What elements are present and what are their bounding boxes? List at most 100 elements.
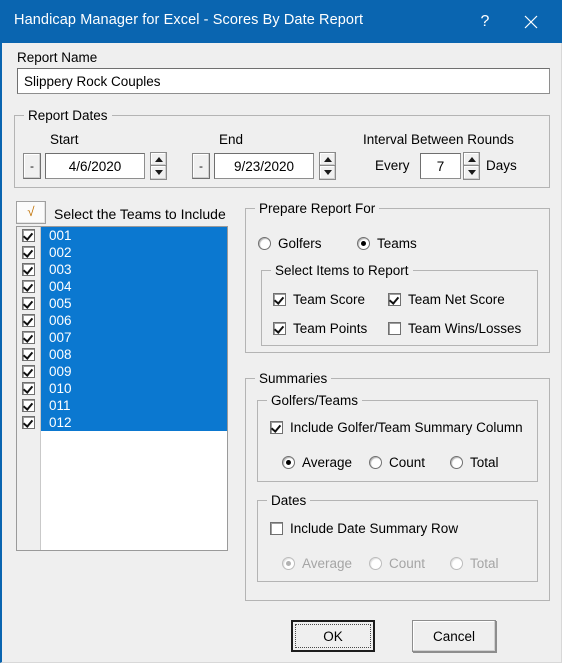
list-item-checkbox-indicator xyxy=(22,280,35,293)
end-date-spinner[interactable] xyxy=(319,152,336,180)
report-dates-title: Report Dates xyxy=(24,108,112,123)
interval-every-label: Every xyxy=(375,158,410,173)
list-item-checkbox-indicator xyxy=(22,399,35,412)
checkbox-team-score[interactable]: Team Score xyxy=(273,292,365,307)
report-name-label: Report Name xyxy=(17,50,98,65)
select-items-to-report-title: Select Items to Report xyxy=(271,263,413,278)
list-item-label: 001 xyxy=(49,227,72,243)
list-item-checkbox-indicator xyxy=(22,246,35,259)
start-date-dropdown-button[interactable]: - xyxy=(23,153,41,179)
cancel-button[interactable]: Cancel xyxy=(412,620,496,652)
ok-button[interactable]: OK xyxy=(291,620,375,652)
list-item-label: 009 xyxy=(49,363,72,379)
radio-golfers-teams-average-indicator xyxy=(282,456,295,469)
list-item-label: 003 xyxy=(49,261,72,277)
list-item-checkbox[interactable] xyxy=(17,399,40,412)
list-item-checkbox[interactable] xyxy=(17,280,40,293)
list-item-checkbox[interactable] xyxy=(17,297,40,310)
checkbox-team-net-score-indicator xyxy=(388,293,401,306)
list-item-checkbox[interactable] xyxy=(17,331,40,344)
radio-golfers-teams-total[interactable]: Total xyxy=(450,455,499,470)
checkbox-team-net-score[interactable]: Team Net Score xyxy=(388,292,505,307)
question-mark-icon: ? xyxy=(480,12,490,30)
list-item[interactable]: 008 xyxy=(17,346,227,363)
start-date-label: Start xyxy=(50,132,79,147)
end-date-spin-down[interactable] xyxy=(319,166,336,180)
checkbox-team-points[interactable]: Team Points xyxy=(273,321,367,336)
radio-dates-total-indicator xyxy=(450,557,463,570)
arrow-up-icon xyxy=(467,156,476,162)
list-item-label: 012 xyxy=(49,414,72,430)
end-date-value: 9/23/2020 xyxy=(233,158,295,174)
radio-teams-indicator xyxy=(357,237,370,250)
interval-spin-up[interactable] xyxy=(463,152,480,166)
radio-teams[interactable]: Teams xyxy=(357,236,417,251)
list-item[interactable]: 012 xyxy=(17,414,227,431)
radio-dates-total: Total xyxy=(450,556,499,571)
start-date-spin-down[interactable] xyxy=(150,166,167,180)
list-item-label: 006 xyxy=(49,312,72,328)
list-item[interactable]: 001 xyxy=(17,227,227,244)
checkbox-team-score-label: Team Score xyxy=(293,292,366,307)
list-item-checkbox[interactable] xyxy=(17,246,40,259)
list-item[interactable]: 004 xyxy=(17,278,227,295)
title-bar: Handicap Manager for Excel - Scores By D… xyxy=(0,0,562,43)
list-item[interactable]: 011 xyxy=(17,397,227,414)
radio-dates-count-indicator xyxy=(369,557,382,570)
end-date-dropdown-button[interactable]: - xyxy=(192,153,210,179)
list-item[interactable]: 002 xyxy=(17,244,227,261)
list-item-checkbox[interactable] xyxy=(17,314,40,327)
list-item-checkbox-indicator xyxy=(22,331,35,344)
checkbox-team-points-indicator xyxy=(273,322,286,335)
interval-spinner[interactable] xyxy=(463,152,480,180)
start-date-spinner[interactable] xyxy=(150,152,167,180)
list-item-checkbox[interactable] xyxy=(17,382,40,395)
interval-days-input[interactable]: 7 xyxy=(420,153,461,179)
radio-golfers-teams-count[interactable]: Count xyxy=(369,455,425,470)
start-date-spin-up[interactable] xyxy=(150,152,167,166)
list-item-checkbox[interactable] xyxy=(17,416,40,429)
list-item[interactable]: 005 xyxy=(17,295,227,312)
radio-golfers-teams-count-indicator xyxy=(369,456,382,469)
teams-listbox[interactable]: 001 002 003 004 005 006 007 008 009 010 011 012 xyxy=(16,226,228,551)
radio-golfers-indicator xyxy=(258,237,271,250)
interval-days-value: 7 xyxy=(436,158,445,174)
list-item-checkbox[interactable] xyxy=(17,263,40,276)
list-item[interactable]: 006 xyxy=(17,312,227,329)
end-date-input[interactable]: 9/23/2020 xyxy=(214,153,314,179)
arrow-up-icon xyxy=(323,156,332,162)
list-item[interactable]: 003 xyxy=(17,261,227,278)
list-item[interactable]: 007 xyxy=(17,329,227,346)
checkbox-include-date-summary-row[interactable]: Include Date Summary Row xyxy=(270,521,458,536)
radio-dates-average-indicator xyxy=(282,557,295,570)
list-item-checkbox[interactable] xyxy=(17,365,40,378)
close-button[interactable] xyxy=(508,0,554,43)
checkbox-team-net-score-label: Team Net Score xyxy=(408,292,505,307)
interval-spin-down[interactable] xyxy=(463,166,480,180)
radio-golfers[interactable]: Golfers xyxy=(258,236,322,251)
end-date-label: End xyxy=(219,132,244,147)
radio-golfers-teams-average-label: Average xyxy=(302,455,353,470)
dialog-window: Handicap Manager for Excel - Scores By D… xyxy=(0,0,562,663)
list-item-label: 005 xyxy=(49,295,72,311)
radio-golfers-teams-average[interactable]: Average xyxy=(282,455,352,470)
report-name-input[interactable]: Slippery Rock Couples xyxy=(17,68,550,94)
radio-dates-count-label: Count xyxy=(389,556,426,571)
list-item-checkbox-indicator xyxy=(22,229,35,242)
start-date-input[interactable]: 4/6/2020 xyxy=(45,153,145,179)
list-item[interactable]: 009 xyxy=(17,363,227,380)
select-all-teams-button[interactable]: √ xyxy=(16,201,46,224)
help-button[interactable]: ? xyxy=(462,0,508,43)
list-item[interactable]: 010 xyxy=(17,380,227,397)
checkbox-include-golfer-team-summary-column[interactable]: Include Golfer/Team Summary Column xyxy=(270,420,523,435)
radio-golfers-teams-total-indicator xyxy=(450,456,463,469)
list-item-checkbox[interactable] xyxy=(17,229,40,242)
end-date-spin-up[interactable] xyxy=(319,152,336,166)
radio-golfers-teams-count-label: Count xyxy=(389,455,426,470)
list-item-checkbox[interactable] xyxy=(17,348,40,361)
checkbox-include-summary-column-label: Include Golfer/Team Summary Column xyxy=(290,420,523,435)
checkbox-team-wins-losses[interactable]: Team Wins/Losses xyxy=(388,321,521,336)
interval-title: Interval Between Rounds xyxy=(363,132,514,147)
checkbox-include-summary-column-indicator xyxy=(270,421,283,434)
list-item-label: 011 xyxy=(49,397,71,413)
